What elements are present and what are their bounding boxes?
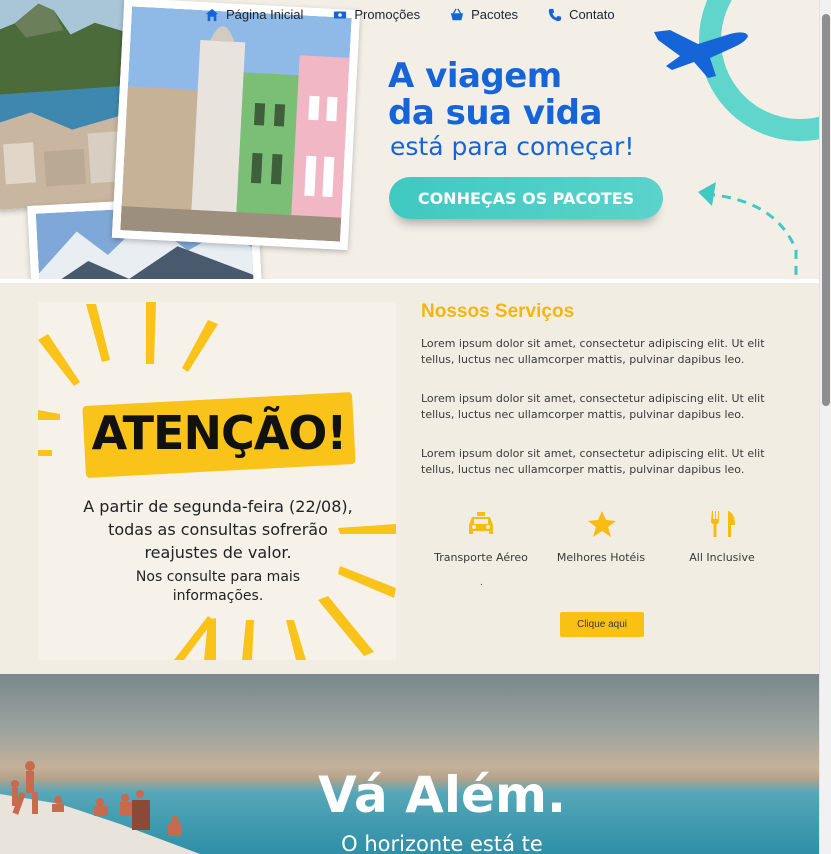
beach-subtitle: O horizonte está te [341, 832, 543, 854]
nav-item-contact[interactable]: Contato [548, 7, 615, 22]
sunburst-decoration [38, 302, 396, 660]
beach-banner: Vá Além. O horizonte está te [0, 674, 819, 854]
services-paragraph: Lorem ipsum dolor sit amet, consectetur … [421, 337, 765, 366]
taxi-icon [469, 512, 493, 534]
services-section: ATENÇÃO! A partir de segunda-feira (22/0… [0, 287, 819, 674]
packages-cta-button[interactable]: CONHEÇAS OS PACOTES [389, 177, 663, 219]
notice-card: ATENÇÃO! A partir de segunda-feira (22/0… [38, 302, 396, 660]
nav-item-label: Página Inicial [226, 7, 304, 22]
phone-icon [548, 8, 562, 21]
dashed-arrow-icon [698, 182, 798, 279]
beach-title: Vá Além. [318, 766, 566, 824]
hero-banner: Página Inicial Promoções Pacotes Contato… [0, 0, 819, 283]
stray-dot: . [480, 577, 483, 588]
nav-item-label: Pacotes [471, 7, 519, 22]
utensils-icon [711, 511, 735, 537]
service-label-all-inclusive: All Inclusive [689, 551, 755, 564]
star-icon [588, 511, 616, 537]
nav-item-home[interactable]: Página Inicial [205, 7, 303, 22]
page: Página Inicial Promoções Pacotes Contato… [0, 0, 831, 854]
top-nav: Página Inicial Promoções Pacotes Contato [205, 7, 615, 22]
nav-item-packages[interactable]: Pacotes [450, 7, 518, 22]
services-title: Nossos Serviços [421, 301, 575, 322]
hero-title-line3: está para começar! [390, 132, 635, 161]
notice-title: ATENÇÃO! [91, 406, 348, 460]
notice-small-text: Nos consulte para mais informações. [135, 569, 301, 604]
money-icon [334, 11, 347, 18]
hero-title-line1: A viagem [388, 56, 562, 96]
basket-icon [450, 8, 464, 20]
scrollbar-thumb[interactable] [822, 14, 830, 406]
click-here-button[interactable]: Clique aqui [560, 612, 644, 637]
services-paragraph: Lorem ipsum dolor sit amet, consectetur … [421, 447, 765, 476]
page-scrollbar[interactable] [819, 0, 831, 854]
notice-text: A partir de segunda-feira (22/08), todas… [83, 497, 353, 562]
service-label-hotels: Melhores Hotéis [556, 551, 646, 564]
photo-salvador [111, 0, 361, 251]
airplane-icon [654, 30, 748, 78]
nav-item-label: Contato [569, 7, 615, 22]
hero-title-line2: da sua vida [388, 93, 602, 133]
nav-item-label: Promoções [354, 7, 421, 22]
services-paragraph: Lorem ipsum dolor sit amet, consectetur … [421, 392, 765, 421]
nav-item-promotions[interactable]: Promoções [333, 7, 420, 22]
home-icon [205, 8, 219, 21]
service-label-flight: Transporte Aéreo [434, 551, 528, 564]
